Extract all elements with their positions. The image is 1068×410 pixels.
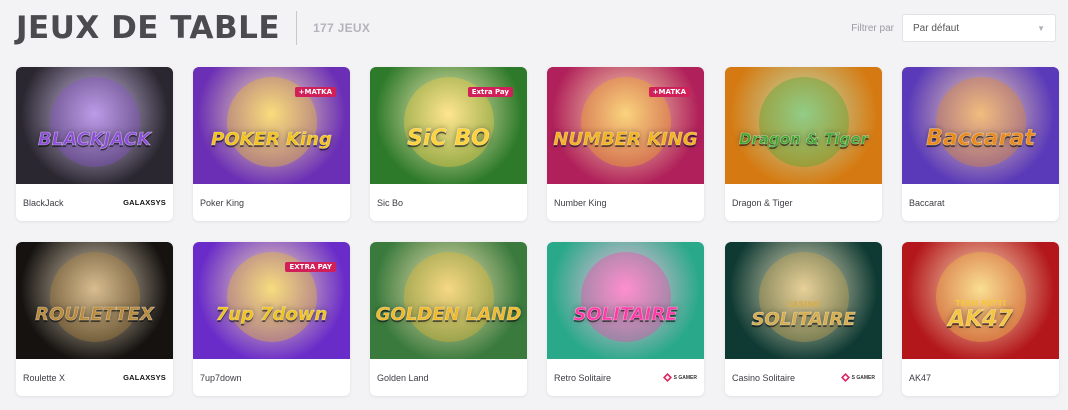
thumbnail-title: Baccarat: [926, 126, 1035, 152]
game-card[interactable]: Dragon & Tiger Dragon & Tiger: [725, 67, 882, 221]
game-thumbnail[interactable]: Dragon & Tiger: [725, 67, 882, 184]
thumbnail-title: 7up 7down: [215, 303, 328, 325]
game-info: Poker King: [193, 184, 350, 221]
game-card[interactable]: BLACKJACK BlackJack GALAXSYS: [16, 67, 173, 221]
game-thumbnail[interactable]: BLACKJACK: [16, 67, 173, 184]
game-thumbnail[interactable]: EXTRA PAY 7up 7down: [193, 242, 350, 359]
chevron-down-icon: ▼: [1037, 23, 1045, 33]
title-divider: [296, 11, 298, 45]
provider-logo: GALAXSYS: [123, 198, 166, 207]
game-count: 177 JEUX: [313, 21, 371, 35]
game-card[interactable]: Baccarat Baccarat: [902, 67, 1059, 221]
game-name[interactable]: Roulette X: [23, 373, 65, 383]
game-thumbnail[interactable]: SOLITAIRE: [547, 242, 704, 359]
thumbnail-title: BLACKJACK: [38, 128, 152, 150]
filter-label: Filtrer par: [851, 22, 894, 34]
game-info: Sic Bo: [370, 184, 527, 221]
game-card[interactable]: TEEN PATTI AK47 AK47: [902, 242, 1059, 396]
thumbnail-artwork: [49, 252, 140, 342]
game-name[interactable]: 7up7down: [200, 373, 242, 383]
game-info: Casino Solitaire S GAMER: [725, 359, 882, 396]
game-info: 7up7down: [193, 359, 350, 396]
provider-logo: S GAMER: [840, 373, 875, 382]
game-card[interactable]: EXTRA PAY 7up 7down 7up7down: [193, 242, 350, 396]
game-info: Baccarat: [902, 184, 1059, 221]
thumbnail-artwork: [935, 77, 1026, 167]
thumbnail-title: NUMBER KING: [553, 128, 698, 150]
s-gamer-logo-icon: [840, 373, 850, 382]
game-name[interactable]: Golden Land: [377, 373, 429, 383]
game-card[interactable]: +MATKA NUMBER KING Number King: [547, 67, 704, 221]
game-name[interactable]: Retro Solitaire: [554, 373, 611, 383]
provider-logo: S GAMER: [662, 373, 697, 382]
game-name[interactable]: Sic Bo: [377, 198, 403, 208]
thumbnail-artwork: [758, 77, 849, 167]
game-card[interactable]: Extra Pay SiC BO Sic Bo: [370, 67, 527, 221]
game-thumbnail[interactable]: ROULETTEX: [16, 242, 173, 359]
game-thumbnail[interactable]: CASINO SOLITAIRE: [725, 242, 882, 359]
game-card[interactable]: ROULETTEX Roulette X GALAXSYS: [16, 242, 173, 396]
game-thumbnail[interactable]: +MATKA NUMBER KING: [547, 67, 704, 184]
game-info: Golden Land: [370, 359, 527, 396]
thumbnail-title: AK47: [948, 306, 1013, 332]
game-name[interactable]: Dragon & Tiger: [732, 198, 793, 208]
game-info: AK47: [902, 359, 1059, 396]
game-info: Number King: [547, 184, 704, 221]
game-info: Dragon & Tiger: [725, 184, 882, 221]
thumbnail-title: SOLITAIRE: [751, 309, 856, 331]
s-gamer-logo-icon: [662, 373, 672, 382]
game-info: Roulette X GALAXSYS: [16, 359, 173, 396]
thumbnail-title: ROULETTEX: [35, 303, 154, 325]
sort-select-value: Par défaut: [913, 22, 960, 34]
game-card[interactable]: GOLDEN LAND Golden Land: [370, 242, 527, 396]
page-title: JEUX DE TABLE: [16, 10, 281, 46]
thumbnail-title: GOLDEN LAND: [375, 303, 522, 325]
game-thumbnail[interactable]: Extra Pay SiC BO: [370, 67, 527, 184]
game-card[interactable]: CASINO SOLITAIRE Casino Solitaire S GAMER: [725, 242, 882, 396]
game-card[interactable]: +MATKA POKER King Poker King: [193, 67, 350, 221]
thumbnail-artwork: [580, 252, 671, 342]
provider-logo: GALAXSYS: [123, 373, 166, 382]
thumbnail-artwork: [49, 77, 140, 167]
game-thumbnail[interactable]: GOLDEN LAND: [370, 242, 527, 359]
thumbnail-artwork: [403, 252, 494, 342]
thumbnail-title: SOLITAIRE: [573, 303, 678, 325]
game-name[interactable]: Poker King: [200, 198, 244, 208]
thumbnail-title: POKER King: [211, 128, 332, 150]
game-name[interactable]: BlackJack: [23, 198, 64, 208]
thumbnail-badge: +MATKA: [294, 87, 336, 97]
game-name[interactable]: Casino Solitaire: [732, 373, 795, 383]
thumbnail-title: SiC BO: [407, 126, 490, 152]
game-thumbnail[interactable]: Baccarat: [902, 67, 1059, 184]
thumbnail-badge: +MATKA: [648, 87, 690, 97]
game-card[interactable]: SOLITAIRE Retro Solitaire S GAMER: [547, 242, 704, 396]
game-info: BlackJack GALAXSYS: [16, 184, 173, 221]
filter-area: Filtrer par Par défaut ▼: [851, 14, 1056, 42]
thumbnail-badge: Extra Pay: [467, 87, 513, 97]
game-name[interactable]: AK47: [909, 373, 931, 383]
game-name[interactable]: Number King: [554, 198, 607, 208]
sort-select[interactable]: Par défaut ▼: [902, 14, 1056, 42]
game-name[interactable]: Baccarat: [909, 198, 945, 208]
thumbnail-title: Dragon & Tiger: [739, 130, 869, 149]
game-thumbnail[interactable]: TEEN PATTI AK47: [902, 242, 1059, 359]
game-thumbnail[interactable]: +MATKA POKER King: [193, 67, 350, 184]
game-info: Retro Solitaire S GAMER: [547, 359, 704, 396]
page-header: JEUX DE TABLE 177 JEUX Filtrer par Par d…: [16, 8, 1056, 48]
thumbnail-badge: EXTRA PAY: [285, 262, 336, 272]
